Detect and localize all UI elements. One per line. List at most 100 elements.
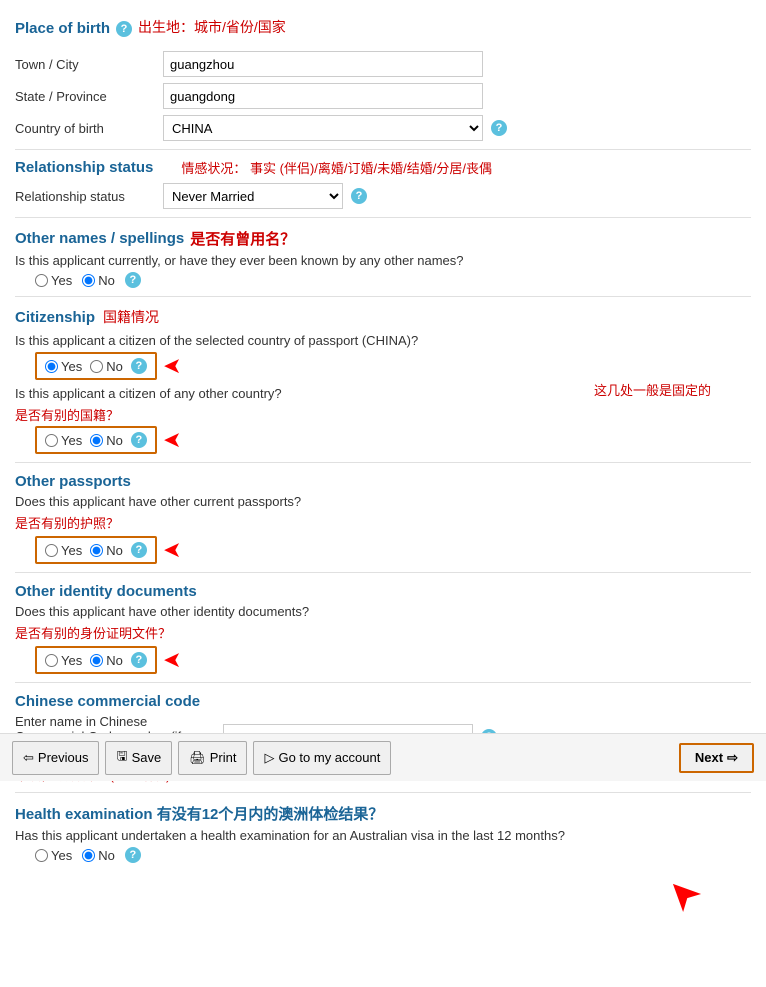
relationship-select[interactable]: Never Married Married Divorced Separated… bbox=[163, 183, 343, 209]
previous-icon: ⇦ bbox=[23, 750, 34, 766]
town-city-row: Town / City bbox=[15, 51, 751, 77]
other-passports-no-label[interactable]: No bbox=[90, 543, 123, 558]
other-identity-section: Other identity documents Does this appli… bbox=[15, 583, 751, 674]
citizenship-q2-help-icon[interactable]: ? bbox=[131, 432, 147, 448]
relationship-help-icon[interactable]: ? bbox=[351, 188, 367, 204]
print-button[interactable]: 🖨 Print bbox=[178, 741, 247, 775]
citizenship-q2-radio-box: Yes No ? bbox=[35, 426, 157, 454]
other-passports-no-text: No bbox=[106, 543, 123, 558]
other-identity-yes-label[interactable]: Yes bbox=[45, 653, 82, 668]
other-identity-yes-text: Yes bbox=[61, 653, 82, 668]
footer-bar: ⇦ Previous 🖫 Save 🖨 Print ▷ Go to my acc… bbox=[0, 733, 766, 781]
country-birth-row: Country of birth CHINA AUSTRALIA USA UK … bbox=[15, 115, 751, 141]
country-help-icon[interactable]: ? bbox=[491, 120, 507, 136]
chinese-code-title: Chinese commercial code bbox=[15, 693, 751, 710]
arrow-q1: ➤ bbox=[163, 353, 181, 379]
health-section: Health examination 有没有12个月内的澳洲体检结果？ Has … bbox=[15, 803, 751, 863]
relationship-label: Relationship status bbox=[15, 189, 155, 204]
place-of-birth-help-icon[interactable]: ? bbox=[116, 21, 132, 37]
health-title: Health examination 有没有12个月内的澳洲体检结果？ bbox=[15, 803, 751, 824]
other-names-yes-label[interactable]: Yes bbox=[35, 273, 72, 288]
health-yes-text: Yes bbox=[51, 848, 72, 863]
citizenship-q1: Is this applicant a citizen of the selec… bbox=[15, 333, 751, 348]
citizenship-q1-help-icon[interactable]: ? bbox=[131, 358, 147, 374]
fixed-note: 这几处一般是固定的 bbox=[594, 380, 711, 399]
other-passports-no-radio[interactable] bbox=[90, 544, 103, 557]
save-label: Save bbox=[132, 750, 162, 765]
state-province-row: State / Province bbox=[15, 83, 751, 109]
other-names-section: Other names / spellings 是否有曾用名？ Is this … bbox=[15, 228, 751, 288]
citizenship-q2-yes-radio[interactable] bbox=[45, 434, 58, 447]
relationship-chinese-label: 情感状况： bbox=[181, 161, 246, 176]
previous-button[interactable]: ⇦ Previous bbox=[12, 741, 99, 775]
go-to-account-button[interactable]: ▷ Go to my account bbox=[253, 741, 391, 775]
other-names-help-icon[interactable]: ? bbox=[125, 272, 141, 288]
other-names-no-text: No bbox=[98, 273, 115, 288]
town-city-input[interactable] bbox=[163, 51, 483, 77]
place-of-birth-header: Place of birth ? 出生地：城市/省份/国家 bbox=[15, 10, 751, 43]
other-identity-title: Other identity documents bbox=[15, 583, 751, 600]
citizenship-q1-yes-radio[interactable] bbox=[45, 360, 58, 373]
other-names-title-text: Other names / spellings bbox=[15, 230, 184, 247]
other-names-yes-radio[interactable] bbox=[35, 274, 48, 287]
next-button[interactable]: Next ⇨ bbox=[679, 743, 754, 773]
other-identity-yes-radio[interactable] bbox=[45, 654, 58, 667]
other-passports-question: Does this applicant have other current p… bbox=[15, 494, 751, 509]
place-of-birth-title-text: Place of birth bbox=[15, 20, 110, 37]
other-passports-question-chinese: 是否有别的护照？ bbox=[15, 513, 751, 532]
arrow-q2: ➤ bbox=[163, 427, 181, 453]
place-of-birth-chinese: 出生地：城市/省份/国家 bbox=[138, 17, 286, 37]
relationship-chinese-note: 情感状况： 事实 (伴侣)/离婚/订婚/未婚/结婚/分居/丧偶 bbox=[181, 158, 492, 177]
citizenship-chinese: 国籍情况 bbox=[103, 307, 159, 327]
save-button[interactable]: 🖫 Save bbox=[105, 741, 172, 775]
state-province-label: State / Province bbox=[15, 89, 155, 104]
citizenship-q1-no-text: No bbox=[106, 359, 123, 374]
citizenship-q2-no-text: No bbox=[106, 433, 123, 448]
health-help-icon[interactable]: ? bbox=[125, 847, 141, 863]
health-radio-group: Yes No ? bbox=[35, 847, 751, 863]
save-icon: 🖫 bbox=[116, 747, 127, 769]
go-to-account-label: Go to my account bbox=[278, 750, 380, 765]
other-names-radio-group: Yes No ? bbox=[35, 272, 751, 288]
other-identity-no-radio[interactable] bbox=[90, 654, 103, 667]
citizenship-q1-no-radio[interactable] bbox=[90, 360, 103, 373]
state-province-input[interactable] bbox=[163, 83, 483, 109]
health-yes-label[interactable]: Yes bbox=[35, 848, 72, 863]
health-no-label[interactable]: No bbox=[82, 848, 115, 863]
citizenship-q2-no-label[interactable]: No bbox=[90, 433, 123, 448]
citizenship-title: Citizenship bbox=[15, 309, 95, 326]
citizenship-q1-no-label[interactable]: No bbox=[90, 359, 123, 374]
other-identity-help-icon[interactable]: ? bbox=[131, 652, 147, 668]
relationship-title: Relationship status bbox=[15, 159, 153, 176]
print-label: Print bbox=[210, 750, 237, 765]
next-icon: ⇨ bbox=[727, 750, 738, 766]
other-identity-question: Does this applicant have other identity … bbox=[15, 604, 751, 619]
other-passports-title: Other passports bbox=[15, 473, 751, 490]
country-birth-select[interactable]: CHINA AUSTRALIA USA UK OTHER bbox=[163, 115, 483, 141]
relationship-section: Relationship status 情感状况： 事实 (伴侣)/离婚/订婚/… bbox=[15, 158, 751, 209]
big-red-arrow: ➤ bbox=[656, 866, 712, 922]
citizenship-q2-no-radio[interactable] bbox=[90, 434, 103, 447]
previous-label: Previous bbox=[38, 750, 89, 765]
other-passports-section: Other passports Does this applicant have… bbox=[15, 473, 751, 564]
citizenship-q2-yes-label[interactable]: Yes bbox=[45, 433, 82, 448]
health-yes-radio[interactable] bbox=[35, 849, 48, 862]
other-names-no-label[interactable]: No bbox=[82, 273, 115, 288]
health-no-radio[interactable] bbox=[82, 849, 95, 862]
other-identity-no-label[interactable]: No bbox=[90, 653, 123, 668]
big-arrow-container: ➤ bbox=[15, 871, 691, 917]
other-passports-help-icon[interactable]: ? bbox=[131, 542, 147, 558]
other-names-yes-text: Yes bbox=[51, 273, 72, 288]
relationship-row: Relationship status Never Married Marrie… bbox=[15, 183, 751, 209]
health-no-text: No bbox=[98, 848, 115, 863]
other-identity-question-chinese: 是否有别的身份证明文件？ bbox=[15, 623, 751, 642]
footer-left: ⇦ Previous 🖫 Save 🖨 Print ▷ Go to my acc… bbox=[12, 741, 391, 775]
other-names-no-radio[interactable] bbox=[82, 274, 95, 287]
other-passports-yes-radio[interactable] bbox=[45, 544, 58, 557]
other-passports-radio-box: Yes No ? bbox=[35, 536, 157, 564]
health-question: Has this applicant undertaken a health e… bbox=[15, 828, 751, 843]
citizenship-section: Citizenship 国籍情况 Is this applicant a cit… bbox=[15, 307, 751, 454]
citizenship-q1-yes-label[interactable]: Yes bbox=[45, 359, 82, 374]
other-passports-yes-label[interactable]: Yes bbox=[45, 543, 82, 558]
other-identity-radio-box: Yes No ? bbox=[35, 646, 157, 674]
